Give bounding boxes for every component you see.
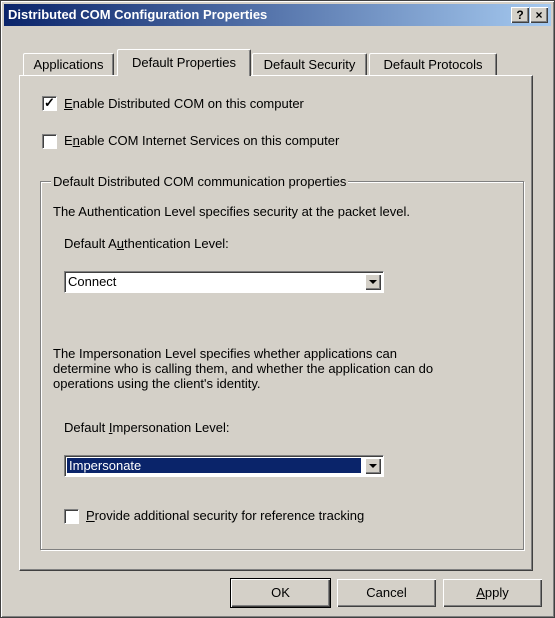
check-mark-icon: ✓ — [44, 95, 55, 110]
impersonation-description-line: determine who is calling them, and wheth… — [53, 361, 434, 376]
chevron-down-icon[interactable] — [365, 274, 381, 290]
tab-default-protocols[interactable]: Default Protocols — [369, 53, 497, 76]
auth-description: The Authentication Level specifies secur… — [53, 204, 410, 219]
auth-level-label: Default Authentication Level: — [64, 236, 229, 251]
chevron-down-icon[interactable] — [365, 458, 381, 474]
tab-applications[interactable]: Applications — [23, 53, 114, 76]
impersonation-description-line: operations using the client's identity. — [53, 376, 261, 391]
enable-cis-checkbox[interactable] — [42, 134, 57, 149]
enable-cis-label[interactable]: Enable COM Internet Services on this com… — [64, 133, 339, 148]
impersonation-level-label: Default Impersonation Level: — [64, 420, 230, 435]
window-title: Distributed COM Configuration Properties — [8, 7, 268, 22]
ok-button[interactable]: OK — [230, 578, 331, 608]
auth-level-value: Connect — [68, 274, 117, 289]
tab-default-properties[interactable]: Default Properties — [117, 49, 251, 76]
impersonation-level-value: Impersonate — [66, 457, 362, 474]
help-button[interactable]: ? — [511, 7, 529, 23]
auth-level-dropdown[interactable]: Connect — [64, 271, 384, 293]
reference-tracking-label[interactable]: Provide additional security for referenc… — [86, 508, 364, 523]
cancel-button[interactable]: Cancel — [337, 579, 436, 607]
title-bar[interactable]: Distributed COM Configuration Properties… — [4, 4, 551, 26]
groupbox-title: Default Distributed COM communication pr… — [51, 174, 349, 189]
enable-dcom-checkbox[interactable]: ✓ — [42, 95, 57, 111]
apply-button[interactable]: Apply — [443, 579, 542, 607]
close-button[interactable]: × — [530, 7, 548, 23]
tab-default-security[interactable]: Default Security — [252, 53, 367, 76]
impersonation-description-line: The Impersonation Level specifies whethe… — [53, 346, 397, 361]
impersonation-level-dropdown[interactable]: Impersonate — [64, 455, 384, 477]
impersonation-description: The Impersonation Level specifies whethe… — [53, 346, 433, 391]
reference-tracking-checkbox[interactable] — [64, 509, 79, 524]
enable-dcom-label[interactable]: Enable Distributed COM on this computer — [64, 96, 304, 111]
